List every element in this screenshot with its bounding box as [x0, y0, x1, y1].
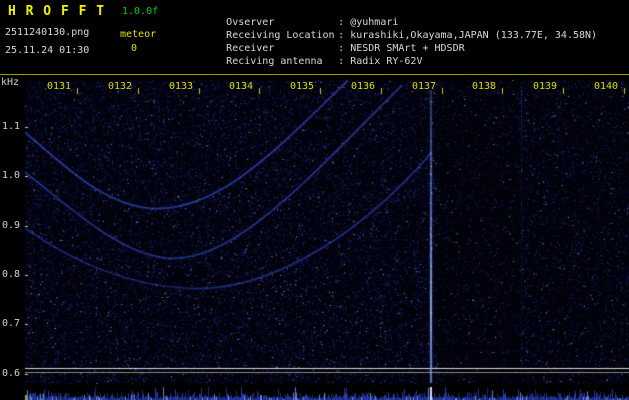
meteor-count-value: 0: [131, 43, 138, 54]
observation-datetime: 25.11.24 01:30: [5, 45, 90, 56]
info-label: Receiving Location: [226, 30, 335, 41]
info-label: Reciving antenna: [226, 56, 323, 67]
info-value: Radix RY-62V: [338, 56, 422, 67]
x-tick-label: 0135: [290, 81, 315, 92]
y-axis-unit: kHz: [1, 77, 20, 88]
meteor-count-label: meteor: [120, 29, 157, 40]
y-tick-label: 0.9: [2, 220, 21, 231]
x-tick-label: 0133: [169, 81, 194, 92]
y-tick-label: 0.6: [2, 368, 21, 379]
x-tick-label: 0136: [351, 81, 376, 92]
header: H R O F F T 1.0.0f 2511240130.png meteor…: [0, 0, 629, 74]
header-separator-line: [0, 74, 629, 75]
info-value: @yuhmari: [338, 17, 398, 28]
output-filename: 2511240130.png: [5, 27, 90, 38]
x-tick-label: 0132: [108, 81, 133, 92]
y-tick-label: 1.1: [2, 121, 21, 132]
observer-info: Ovserver @yuhmari Receiving Locationkuras…: [178, 3, 597, 67]
info-value: kurashiki,Okayama,JAPAN (133.77E, 34.58N…: [338, 30, 597, 41]
info-label: Ovserver: [226, 17, 275, 28]
spectrogram-canvas: [0, 76, 629, 400]
info-value: NESDR SMArt + HDSDR: [338, 43, 464, 54]
info-label: Receiver: [226, 43, 275, 54]
y-tick-label: 1.0: [2, 170, 21, 181]
hrofft-output-image: H R O F F T 1.0.0f 2511240130.png meteor…: [0, 0, 629, 400]
y-tick-label: 0.8: [2, 269, 21, 280]
x-tick-label: 0138: [472, 81, 497, 92]
y-tick-label: 0.7: [2, 318, 21, 329]
x-tick-label: 0134: [229, 81, 254, 92]
app-version: 1.0.0f: [122, 6, 159, 17]
x-tick-label: 0139: [533, 81, 558, 92]
x-tick-label: 0140: [594, 81, 619, 92]
x-tick-label: 0131: [47, 81, 72, 92]
app-title: H R O F F T: [8, 4, 106, 19]
info-row-observer: Ovserver @yuhmari: [178, 3, 597, 28]
x-tick-label: 0137: [412, 81, 437, 92]
